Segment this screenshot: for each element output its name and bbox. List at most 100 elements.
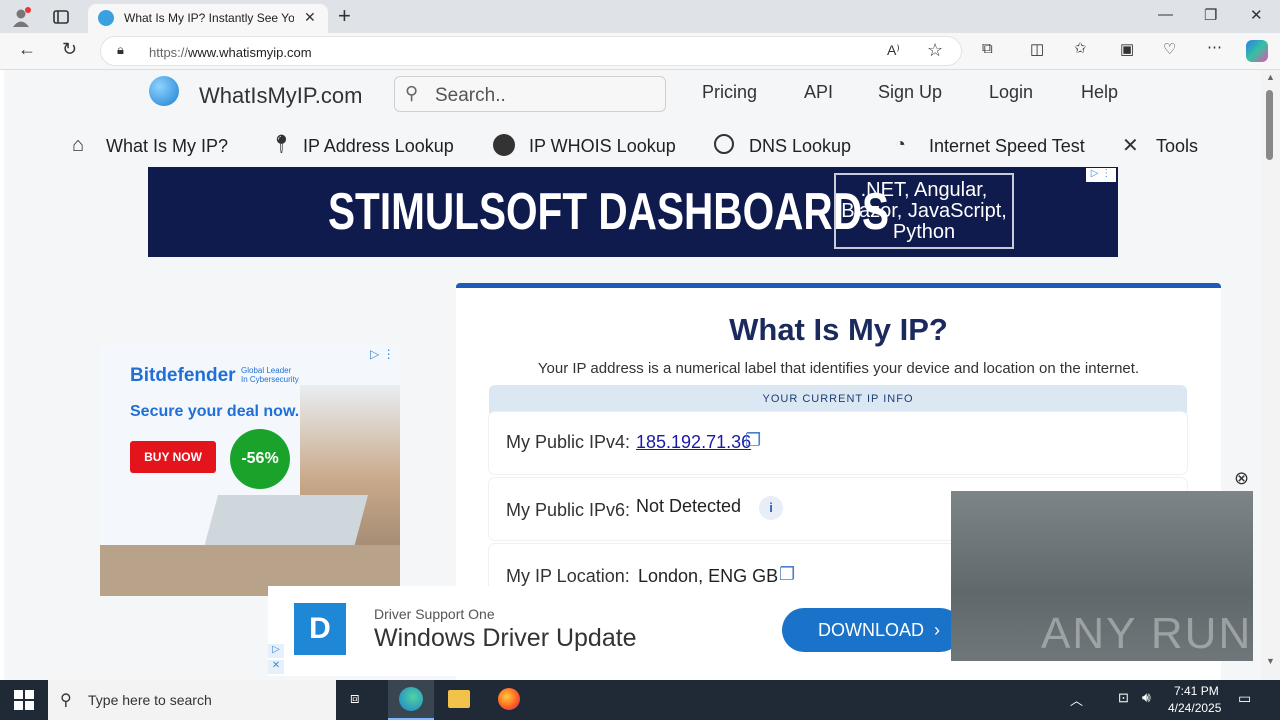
address-bar[interactable]: 🔒︎ https://www.whatismyip.com A⁾ ☆ [100, 36, 962, 66]
clock-date[interactable]: 4/24/2025 [1168, 701, 1221, 715]
taskbar: ⚲ Type here to search ⧈ ︿ ⊡ 🔊︎ 7:41 PM 4… [0, 680, 1280, 720]
banner-ad-tech-box: .NET, Angular, Blazor, JavaScript, Pytho… [834, 173, 1014, 249]
link-sign-up[interactable]: Sign Up [878, 82, 942, 103]
ipv4-label: My Public IPv4: [506, 432, 631, 452]
read-aloud-icon[interactable]: A⁾ [887, 42, 900, 59]
ad-brand: Bitdefender [130, 365, 236, 386]
copy-icon[interactable]: ❐ [745, 430, 761, 451]
ipv4-value[interactable]: 185.192.71.36 [636, 432, 751, 453]
ad-choices-icon[interactable]: ▷ [268, 644, 284, 658]
ipv6-value: Not Detected [636, 496, 742, 516]
task-view-icon[interactable]: ⧈ [350, 690, 360, 707]
location-pin-icon: 📍︎ [270, 134, 293, 154]
download-button[interactable]: DOWNLOAD › [782, 608, 962, 652]
ip-info-header: YOUR CURRENT IP INFO [489, 385, 1187, 413]
maximize-icon[interactable]: ❐ [1204, 6, 1217, 24]
info-icon[interactable]: i [759, 496, 783, 520]
favorites-icon[interactable]: ✩ [1074, 39, 1087, 57]
location-label: My IP Location: [506, 566, 630, 586]
discount-badge: -56% [230, 429, 290, 489]
tools-icon: ✕ [1122, 135, 1139, 157]
speedometer-icon: ◔ [895, 134, 906, 154]
floating-video[interactable]: ANY RUN [951, 491, 1253, 661]
bitdefender-ad[interactable]: ▷ ⋮ Bitdefender Global Leader In Cybersec… [100, 345, 400, 596]
site-logo-text[interactable]: WhatIsMyIP.com [199, 83, 362, 109]
new-tab-icon[interactable]: + [338, 3, 351, 29]
banner-ad[interactable]: STIMULSOFT DASHBOARDS .NET, Angular, Bla… [148, 167, 1118, 257]
nav-ip-address-lookup[interactable]: IP Address Lookup [303, 136, 454, 157]
volume-icon[interactable]: 🔊︎ [1142, 689, 1151, 706]
extensions-icon[interactable]: ⧉ [982, 40, 993, 57]
ad-choices-icon[interactable]: ▷ ⋮ [370, 347, 395, 361]
taskbar-search-placeholder: Type here to search [88, 692, 212, 708]
driver-support-logo-icon: D [294, 603, 346, 655]
nav-dns-lookup[interactable]: DNS Lookup [749, 136, 851, 157]
lock-icon: 🔒︎ [117, 42, 124, 57]
nav-ip-whois-lookup[interactable]: IP WHOIS Lookup [529, 136, 676, 157]
collections-icon[interactable]: ▣ [1120, 40, 1134, 58]
network-icon[interactable]: ⊡ [1118, 690, 1129, 706]
search-icon: ⚲ [405, 83, 419, 103]
globe-icon [493, 134, 515, 156]
site-header: WhatIsMyIP.com ⚲ Search.. Pricing API Si… [4, 70, 1261, 166]
ipv6-label: My Public IPv6: [506, 500, 631, 520]
tab-title: What Is My IP? Instantly See Your [124, 11, 294, 25]
home-icon: ⌂ [72, 134, 85, 156]
ad-brand-tag: Global Leader In Cybersecurity [241, 366, 299, 384]
ad-close-icon[interactable]: ✕ [268, 660, 284, 674]
ad-headline: Secure your deal now. [130, 403, 300, 420]
ad-headline: Windows Driver Update [374, 624, 637, 652]
link-api[interactable]: API [804, 82, 833, 103]
more-icon[interactable]: ⋯ [1207, 38, 1222, 56]
ad-brand: Driver Support One [374, 606, 495, 622]
edge-taskbar-icon[interactable] [388, 680, 434, 720]
tray-chevron-icon[interactable]: ︿ [1070, 690, 1083, 709]
site-search-input[interactable]: ⚲ Search.. [394, 76, 666, 112]
buy-now-button[interactable]: BUY NOW [130, 441, 216, 473]
start-button[interactable] [14, 690, 34, 710]
video-close-icon[interactable]: ⊗ [1234, 468, 1249, 489]
nav-what-is-my-ip[interactable]: What Is My IP? [106, 136, 228, 157]
clock-time[interactable]: 7:41 PM [1174, 684, 1219, 698]
edge-icon [399, 687, 423, 711]
notification-icon[interactable]: ▭ [1238, 690, 1251, 707]
url-text: https://www.whatismyip.com [149, 45, 312, 60]
search-icon: ⚲ [60, 692, 72, 709]
link-help[interactable]: Help [1081, 82, 1118, 103]
copy-icon[interactable]: ❐ [779, 564, 795, 585]
site-favicon-icon [98, 10, 114, 26]
banner-ad-title: STIMULSOFT DASHBOARDS [328, 183, 890, 241]
scroll-up-icon[interactable]: ▲ [1266, 72, 1275, 82]
ad-choices-icon[interactable]: ▷ ⋮ [1086, 168, 1116, 182]
dns-icon [714, 134, 734, 154]
taskbar-search-input[interactable]: ⚲ Type here to search [48, 680, 336, 720]
split-screen-icon[interactable]: ◫ [1030, 40, 1044, 58]
scrollbar-thumb[interactable] [1266, 90, 1273, 160]
nav-tools[interactable]: Tools [1156, 136, 1198, 157]
browser-essentials-icon[interactable]: ♡ [1163, 40, 1176, 58]
close-tab-icon[interactable]: ✕ [304, 9, 316, 26]
file-explorer-icon[interactable] [448, 690, 470, 708]
driver-update-ad[interactable]: D Driver Support One Windows Driver Upda… [268, 586, 993, 676]
back-icon[interactable]: ← [18, 39, 36, 60]
link-login[interactable]: Login [989, 82, 1033, 103]
page-title: What Is My IP? [729, 312, 948, 347]
link-pricing[interactable]: Pricing [702, 82, 757, 103]
profile-icon[interactable] [10, 6, 32, 28]
scroll-down-icon[interactable]: ▼ [1266, 656, 1275, 666]
copilot-icon[interactable] [1246, 40, 1268, 62]
logo-icon[interactable] [149, 76, 179, 106]
page-scrollbar[interactable]: ▲ ▼ [1261, 70, 1280, 680]
active-tab[interactable]: What Is My IP? Instantly See Your ✕ [88, 4, 328, 33]
firefox-icon[interactable] [498, 688, 520, 710]
video-watermark: ANY RUN [1041, 609, 1253, 658]
minimize-icon[interactable]: — [1158, 6, 1173, 23]
ipv4-row: My Public IPv4: 185.192.71.36 ❐ [489, 412, 1187, 474]
browser-toolbar: ← ↻ 🔒︎ https://www.whatismyip.com A⁾ ☆ ⧉… [0, 33, 1280, 70]
close-icon[interactable]: ✕ [1250, 6, 1263, 24]
favorite-icon[interactable]: ☆ [927, 40, 943, 61]
search-placeholder: Search.. [435, 85, 506, 106]
refresh-icon[interactable]: ↻ [62, 39, 77, 60]
tab-actions-icon[interactable] [50, 6, 72, 28]
nav-internet-speed-test[interactable]: Internet Speed Test [929, 136, 1085, 157]
